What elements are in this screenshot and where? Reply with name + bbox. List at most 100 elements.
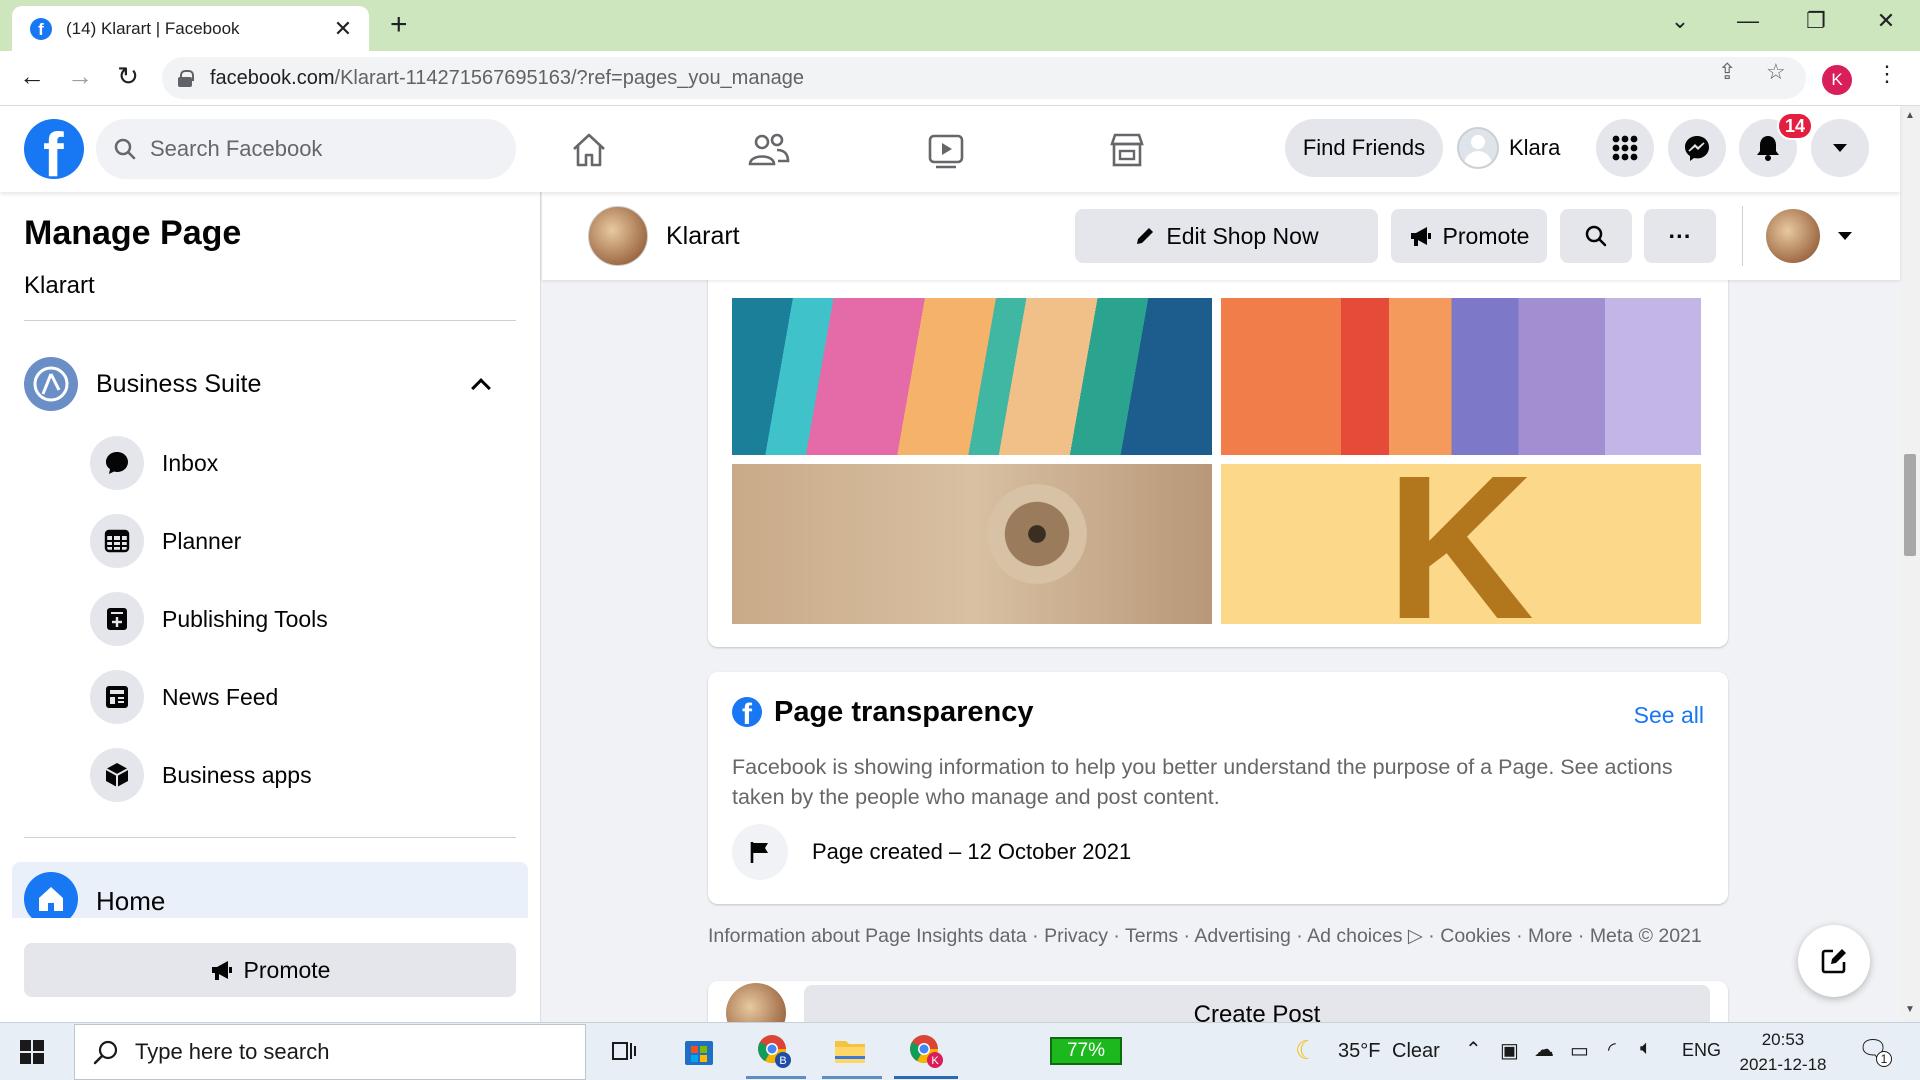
new-message-button[interactable]	[1798, 925, 1870, 997]
profile-button[interactable]: Klara	[1457, 119, 1560, 177]
running-indicator	[822, 1076, 882, 1079]
weather-temp[interactable]: 35°F	[1338, 1040, 1380, 1063]
sidebar-page-name[interactable]: Klarart	[24, 272, 95, 300]
find-friends-button[interactable]: Find Friends	[1285, 119, 1443, 177]
scroll-up-arrow-icon[interactable]: ▲	[1905, 110, 1915, 121]
bell-icon	[1757, 136, 1779, 161]
footer-link[interactable]: More	[1528, 925, 1572, 947]
footer-link[interactable]: Cookies	[1440, 925, 1510, 947]
footer-link[interactable]: Advertising	[1194, 925, 1290, 947]
volume-icon[interactable]: 🔈︎	[1640, 1037, 1652, 1060]
friends-nav-icon[interactable]	[745, 126, 793, 174]
messenger-button[interactable]	[1668, 119, 1726, 177]
home-nav-icon[interactable]	[565, 126, 613, 174]
ad-choices-icon: ▷	[1407, 925, 1423, 947]
compose-icon	[1821, 949, 1846, 974]
artwork-photo-eye[interactable]	[732, 464, 1212, 624]
weather-desc[interactable]: Clear	[1392, 1040, 1440, 1063]
lock-icon[interactable]	[178, 70, 194, 87]
browser-tab-active[interactable]: f (14) Klarart | Facebook ✕	[12, 6, 369, 51]
sidebar-item-news-feed[interactable]: News Feed	[90, 666, 510, 728]
moon-weather-icon[interactable]: ☾	[1295, 1035, 1318, 1066]
browser-profile-avatar[interactable]: K	[1822, 65, 1852, 95]
scrollbar-thumb[interactable]	[1904, 454, 1916, 556]
see-all-link[interactable]: See all	[1634, 702, 1704, 729]
facebook-search-box[interactable]	[96, 119, 516, 179]
facebook-logo-icon[interactable]: f	[24, 119, 84, 179]
reload-icon[interactable]: ↻	[110, 61, 146, 92]
restore-window-button[interactable]: ❐	[1796, 8, 1836, 34]
input-language[interactable]: ENG	[1682, 1040, 1721, 1061]
footer-link[interactable]: Information about Page Insights data	[708, 925, 1027, 947]
page-name[interactable]: Klarart	[666, 222, 740, 251]
wifi-icon[interactable]: ◜	[1608, 1037, 1616, 1062]
megaphone-icon	[1410, 227, 1431, 246]
clock-date: 2021-12-18	[1739, 1055, 1827, 1074]
sidebar-item-inbox[interactable]: Inbox	[90, 432, 510, 494]
sidebar-item-publishing-tools[interactable]: Publishing Tools	[90, 588, 510, 650]
sidebar-item-label: News Feed	[162, 683, 279, 710]
facebook-header: f Find Friends Klara 14	[0, 106, 1900, 192]
footer-link[interactable]: Terms	[1125, 925, 1178, 947]
artwork-photo-k-logo[interactable]: K	[1221, 464, 1701, 624]
browser-menu-icon[interactable]: ⋮	[1876, 61, 1898, 87]
artwork-photo-patterns[interactable]	[1221, 298, 1701, 455]
artwork-photo-cats[interactable]	[732, 298, 1212, 455]
page-scrollbar[interactable]: ▲ ▼	[1900, 106, 1920, 1022]
tab-search-chevron-icon[interactable]: ⌄	[1660, 8, 1700, 34]
footer-link[interactable]: Ad choices	[1307, 925, 1402, 947]
k-logo: K	[1386, 464, 1535, 624]
page-search-button[interactable]	[1560, 209, 1632, 263]
more-options-button[interactable]: ···	[1644, 209, 1716, 263]
business-suite-row[interactable]: Business Suite	[24, 354, 508, 414]
close-window-button[interactable]: ✕	[1866, 8, 1906, 34]
menu-grid-button[interactable]	[1596, 119, 1654, 177]
sidebar-promote-button[interactable]: Promote	[24, 943, 516, 997]
battery-meter-widget[interactable]: 77%	[1050, 1037, 1122, 1065]
taskbar-clock[interactable]: 20:53 2021-12-18	[1728, 1027, 1838, 1077]
sidebar-item-business-apps[interactable]: Business apps	[90, 744, 510, 806]
onedrive-cloud-icon[interactable]: ☁	[1534, 1037, 1554, 1062]
new-tab-button[interactable]: +	[390, 10, 408, 40]
microsoft-store-icon[interactable]	[679, 1031, 719, 1071]
sidebar-item-home[interactable]: Home	[12, 862, 528, 918]
chevron-up-icon[interactable]	[471, 378, 491, 398]
sidebar-item-planner[interactable]: Planner	[90, 510, 510, 572]
notification-badge: 14	[1777, 112, 1814, 140]
footer-link[interactable]: Privacy	[1044, 925, 1108, 947]
divider	[1742, 206, 1743, 266]
page-promote-button[interactable]: Promote	[1391, 209, 1547, 263]
pencil-icon	[1137, 228, 1154, 244]
address-bar[interactable]: facebook.com/Klarart-114271567695163/?re…	[162, 57, 1806, 99]
windows-start-icon[interactable]	[20, 1040, 44, 1064]
scroll-down-arrow-icon[interactable]: ▼	[1905, 1004, 1915, 1015]
page-avatar[interactable]	[588, 206, 648, 266]
show-hidden-icons-icon[interactable]: ⌃	[1465, 1037, 1482, 1062]
bookmark-star-icon[interactable]: ☆	[1766, 59, 1786, 85]
meet-now-icon[interactable]: ▣	[1500, 1038, 1519, 1063]
taskbar-search-input[interactable]	[135, 1039, 535, 1065]
caret-down-icon[interactable]	[1838, 232, 1852, 240]
file-explorer-icon[interactable]	[830, 1031, 870, 1071]
account-menu-button[interactable]	[1811, 119, 1869, 177]
browser-toolbar: ← → ↻ facebook.com/Klarart-1142715676951…	[0, 51, 1920, 106]
minimize-window-button[interactable]: —	[1728, 8, 1768, 34]
search-input[interactable]	[150, 136, 480, 162]
marketplace-nav-icon[interactable]	[1103, 126, 1151, 174]
share-icon[interactable]: ⇪	[1718, 59, 1736, 85]
publishing-tools-icon	[90, 592, 144, 646]
edit-shop-now-button[interactable]: Edit Shop Now	[1075, 209, 1378, 263]
back-arrow-icon[interactable]: ←	[14, 61, 50, 92]
task-view-icon[interactable]	[604, 1031, 644, 1071]
url-text[interactable]: facebook.com/Klarart-114271567695163/?re…	[210, 67, 804, 90]
taskbar-search-box[interactable]	[74, 1024, 586, 1080]
forward-arrow-icon[interactable]: →	[62, 61, 98, 92]
chrome-profile-k-icon[interactable]: K	[906, 1031, 946, 1071]
watch-nav-icon[interactable]	[922, 126, 970, 174]
search-icon	[93, 1040, 118, 1065]
chrome-profile-b-icon[interactable]: B	[754, 1031, 794, 1071]
svg-text:K: K	[931, 1055, 939, 1067]
battery-icon[interactable]: ▭	[1570, 1038, 1589, 1063]
acting-as-avatar[interactable]	[1766, 209, 1820, 263]
tab-close-icon[interactable]: ✕	[331, 16, 355, 42]
